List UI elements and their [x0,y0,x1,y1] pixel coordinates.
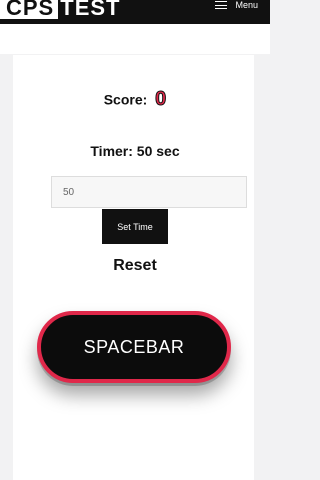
top-bar: CPS TEST Menu [0,0,270,24]
spacebar-button[interactable]: SPACEBAR [37,311,231,383]
site-logo[interactable]: CPS TEST [0,0,120,19]
time-input[interactable] [51,176,247,208]
reset-button[interactable]: Reset [0,257,270,275]
menu-label: Menu [235,0,258,10]
hamburger-icon [215,1,228,9]
logo-boxed-text: CPS [0,0,59,19]
menu-button[interactable]: Menu [215,0,258,10]
timer-display: Timer: 50 sec [90,143,180,159]
set-time-button[interactable]: Set Time [102,209,168,244]
score-display: Score: 0 [0,88,270,111]
score-label: Score: [103,91,148,108]
score-value: 0 [155,88,167,111]
logo-text: TEST [60,0,121,19]
header-banner [0,24,270,54]
